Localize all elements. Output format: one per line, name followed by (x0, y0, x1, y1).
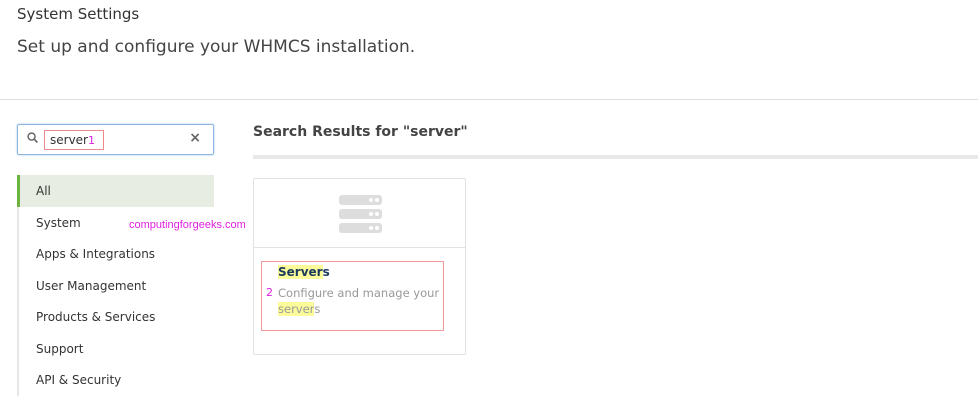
settings-search-box[interactable]: server 1 × (17, 124, 214, 155)
search-input[interactable]: server (44, 130, 104, 150)
nav-item-api-security[interactable]: API & Security (19, 364, 214, 396)
clear-icon[interactable]: × (189, 130, 201, 146)
card-title[interactable]: Servers (278, 265, 330, 279)
server-stack-icon (254, 179, 465, 248)
card-description: Configure and manage your servers (278, 286, 440, 316)
search-icon (27, 132, 38, 143)
page-subtitle: Set up and configure your WHMCS installa… (17, 37, 416, 57)
results-divider (253, 155, 978, 159)
nav-item-apps-integrations[interactable]: Apps & Integrations (19, 238, 214, 270)
nav-item-support[interactable]: Support (19, 333, 214, 365)
watermark: computingforgeeks.com (129, 219, 246, 231)
annotation-label: 2 (266, 286, 273, 299)
nav-item-user-management[interactable]: User Management (19, 270, 214, 302)
nav-item-products-services[interactable]: Products & Services (19, 301, 214, 333)
category-nav: All System Apps & Integrations User Mana… (17, 175, 214, 396)
page-title: System Settings (17, 5, 140, 23)
annotation-label: 1 (88, 134, 95, 147)
results-heading: Search Results for "server" (253, 124, 468, 140)
nav-item-all[interactable]: All (17, 175, 214, 207)
divider (0, 99, 978, 100)
result-card-servers[interactable]: 2 Servers Configure and manage your serve… (253, 178, 466, 355)
